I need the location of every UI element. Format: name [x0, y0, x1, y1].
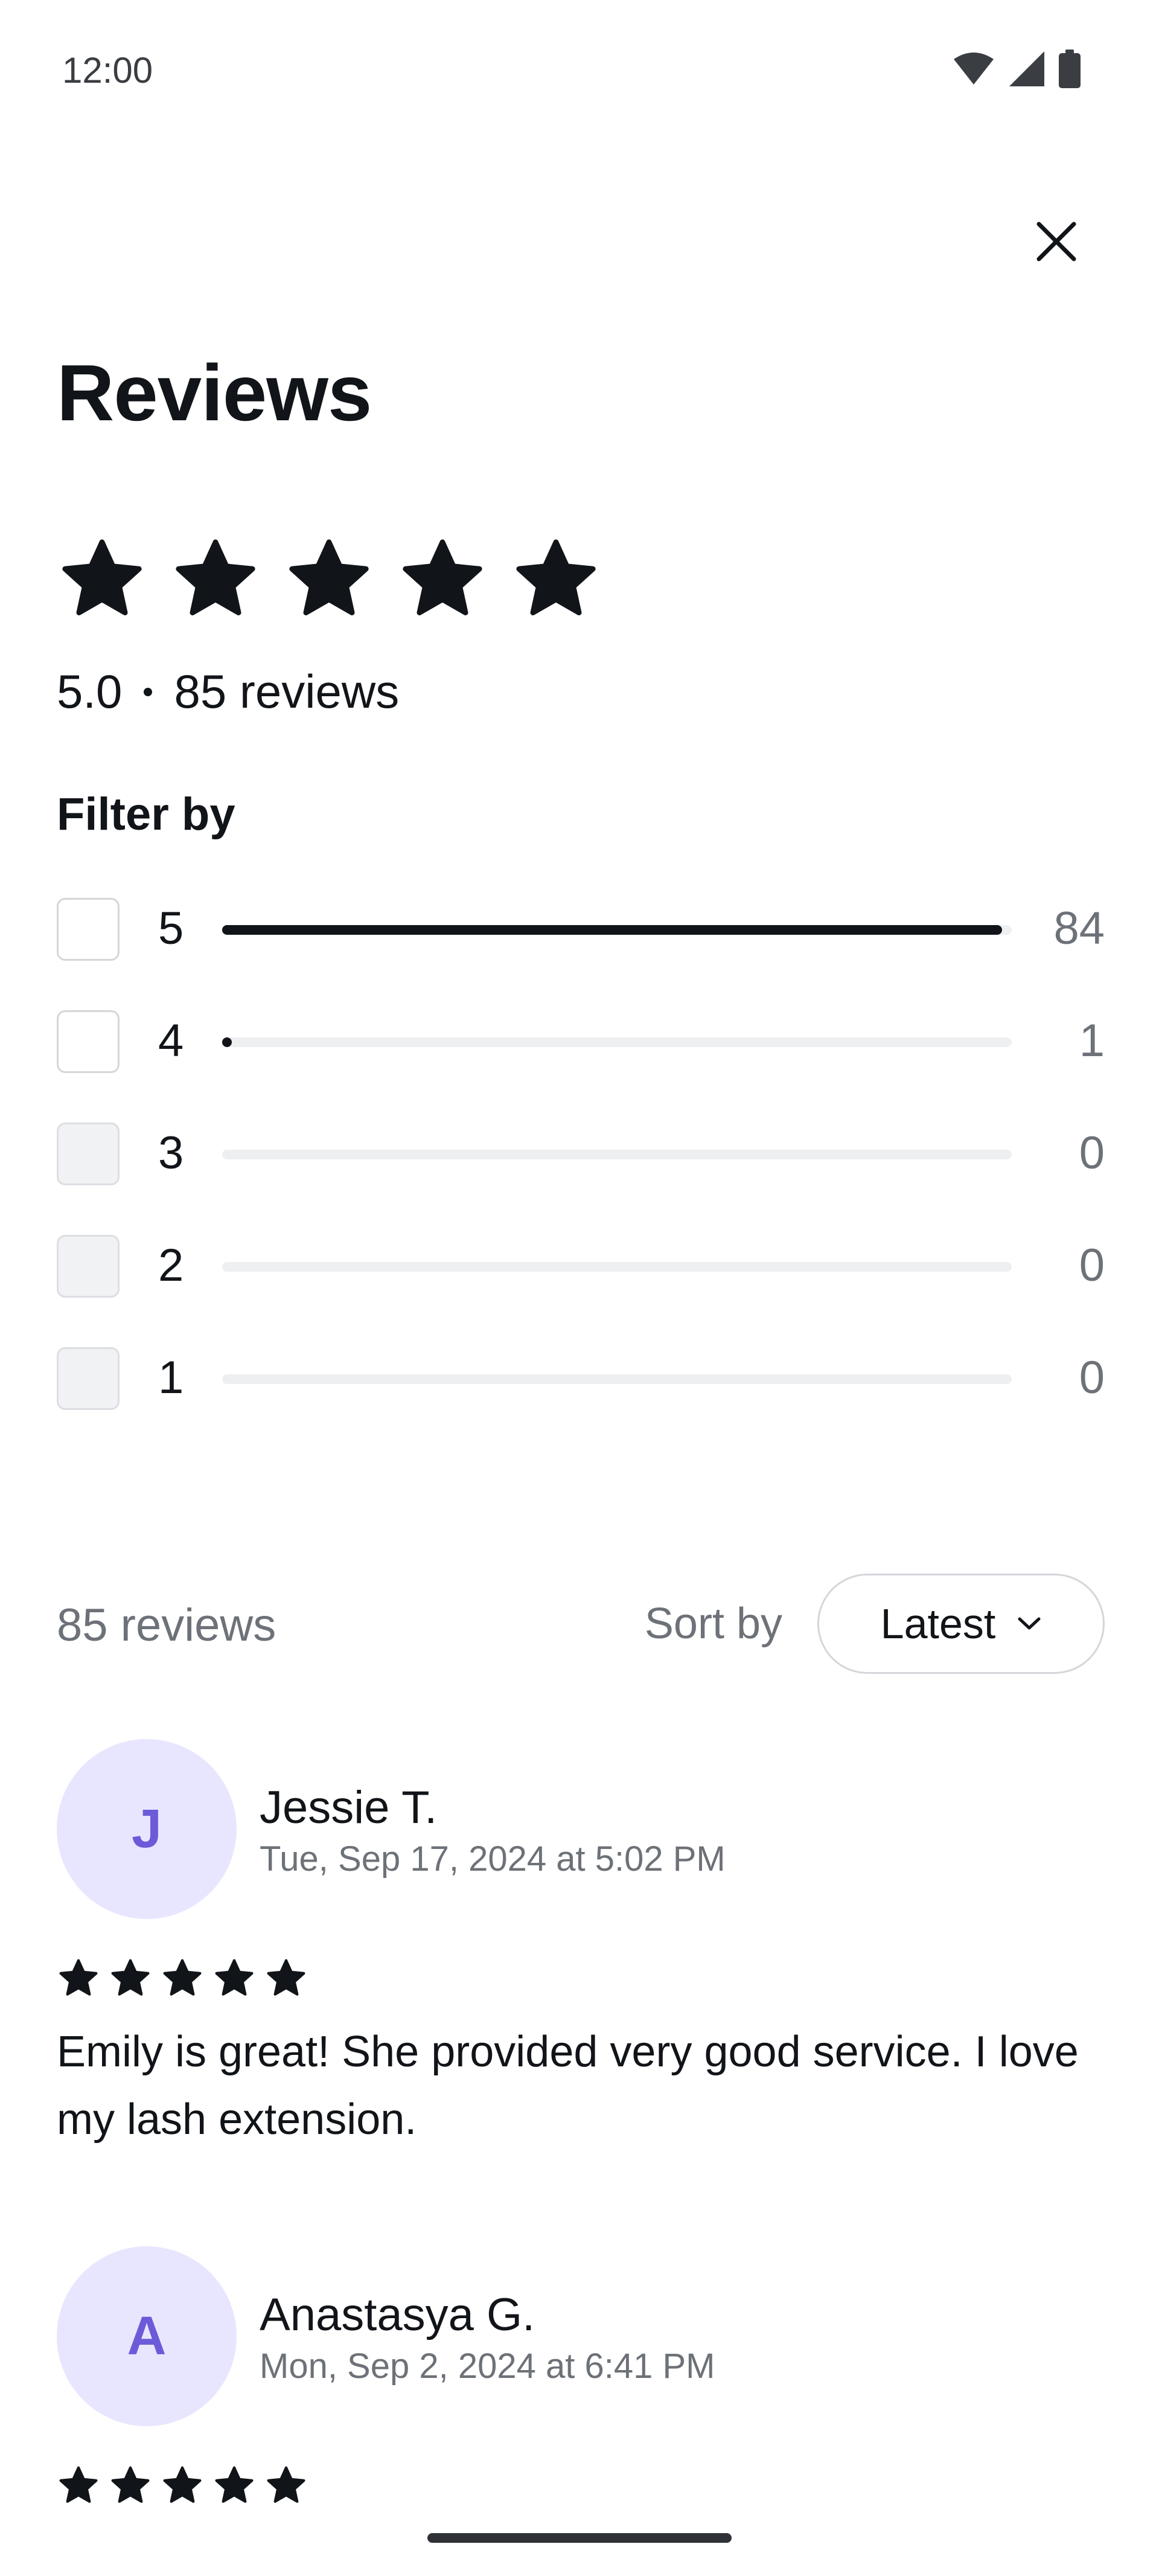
cellular-signal-icon [1009, 51, 1044, 86]
star-icon [215, 2466, 254, 2503]
rating-bar-track [222, 1037, 1012, 1047]
rating-bar-fill [222, 925, 1002, 935]
filter-star-label: 2 [158, 1240, 184, 1291]
filter-checkbox-1 [57, 1347, 120, 1410]
filter-row-1: 1 0 [57, 1345, 1105, 1458]
sort-dropdown[interactable]: Latest [817, 1574, 1105, 1674]
star-icon [289, 539, 369, 615]
rating-bar-track [222, 1262, 1012, 1272]
rating-value: 5.0 [57, 665, 123, 718]
filter-star-label: 4 [158, 1015, 184, 1066]
filter-checkbox-3 [57, 1123, 120, 1185]
status-time: 12:00 [62, 50, 153, 91]
rating-stars [57, 534, 601, 624]
star-icon [267, 1959, 305, 1996]
separator-dot [144, 687, 153, 696]
rating-bar-track [222, 1150, 1012, 1159]
star-icon [163, 2466, 202, 2503]
star-icon [111, 1959, 150, 1996]
filter-checkbox-2 [57, 1235, 120, 1298]
filter-count: 1 [1079, 1015, 1105, 1066]
star-icon [516, 539, 596, 615]
avatar: A [57, 2246, 237, 2426]
home-indicator[interactable] [427, 2533, 732, 2543]
filter-star-label: 1 [158, 1352, 184, 1403]
filter-count: 0 [1079, 1352, 1105, 1403]
star-icon [403, 539, 482, 615]
rating-bar-fill [222, 1037, 232, 1047]
filter-count: 0 [1079, 1240, 1105, 1291]
filter-row-5[interactable]: 5 84 [57, 896, 1105, 1008]
filter-count: 0 [1079, 1127, 1105, 1179]
battery-icon [1059, 50, 1081, 88]
page-title: Reviews [57, 348, 372, 437]
filter-star-label: 5 [158, 903, 184, 954]
filter-row-2: 2 0 [57, 1233, 1105, 1345]
review-date: Tue, Sep 17, 2024 at 5:02 PM [260, 1839, 726, 1879]
review-stars [57, 2464, 308, 2507]
rating-summary: 5.0 85 reviews [57, 664, 399, 719]
star-icon [176, 539, 255, 615]
review-text: Emily is great! She provided very good s… [57, 2028, 1079, 2144]
sort-label: Sort by [644, 1600, 782, 1648]
reviews-count: 85 reviews [57, 1600, 276, 1651]
rating-review-count: 85 reviews [174, 665, 400, 718]
close-icon [1036, 222, 1076, 261]
reviews-header: 85 reviews Sort by Latest [57, 1574, 1105, 1676]
star-icon [59, 2466, 98, 2503]
reviewer-name: Jessie T. [260, 1782, 438, 1833]
star-icon [59, 1959, 98, 1996]
review-date: Mon, Sep 2, 2024 at 6:41 PM [260, 2347, 715, 2386]
filter-checkbox-5[interactable] [57, 898, 120, 961]
avatar: J [57, 1739, 237, 1919]
filter-row-3: 3 0 [57, 1121, 1105, 1233]
star-icon [215, 1959, 254, 1996]
status-icons [953, 50, 1081, 88]
status-bar: 12:00 [0, 0, 1159, 139]
filter-row-4[interactable]: 4 1 [57, 1008, 1105, 1121]
reviewer-name: Anastasya G. [260, 2289, 535, 2341]
rating-filter-list: 5 84 4 1 3 0 2 0 1 0 [57, 896, 1105, 1458]
filter-checkbox-4[interactable] [57, 1010, 120, 1073]
chevron-down-icon [1018, 1617, 1041, 1630]
filter-title: Filter by [57, 789, 235, 840]
filter-count: 84 [1053, 903, 1105, 954]
rating-bar-track [222, 925, 1012, 935]
wifi-icon [954, 53, 994, 85]
star-icon [111, 2466, 150, 2503]
star-icon [163, 1959, 202, 1996]
filter-star-label: 3 [158, 1127, 184, 1179]
star-icon [62, 539, 142, 615]
rating-bar-track [222, 1374, 1012, 1384]
sort-value: Latest [880, 1600, 996, 1647]
review-stars [57, 1956, 308, 2000]
close-button[interactable] [1026, 211, 1087, 272]
star-icon [267, 2466, 305, 2503]
